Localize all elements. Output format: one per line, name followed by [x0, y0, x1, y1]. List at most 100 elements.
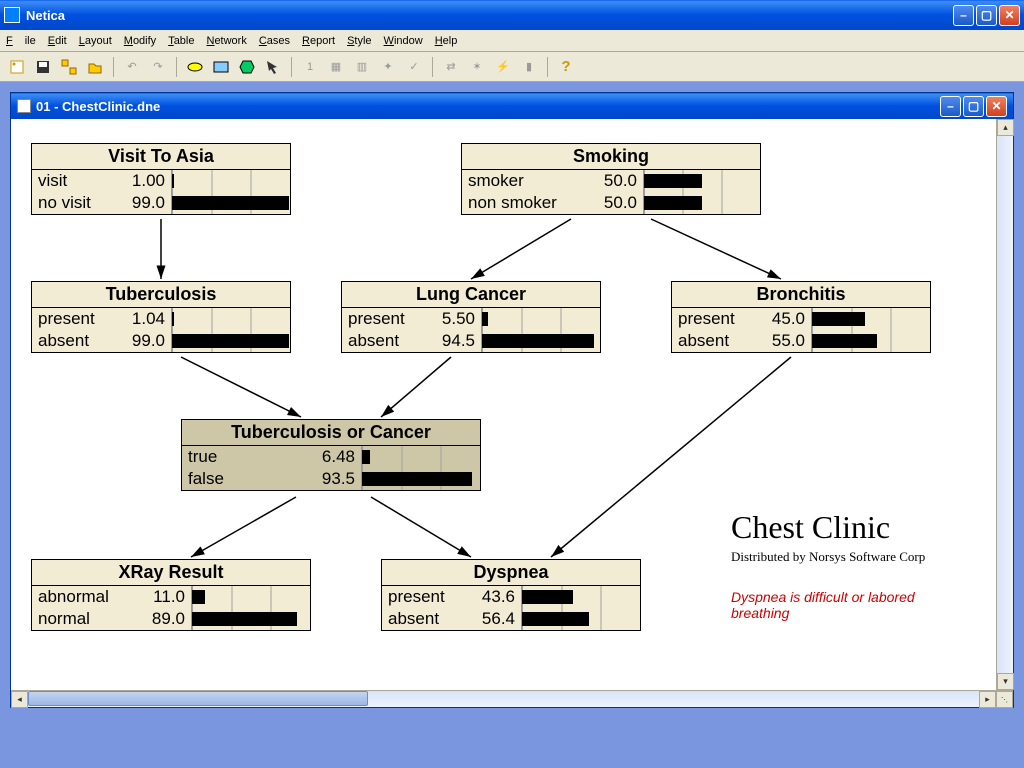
- state-label: present: [388, 586, 445, 608]
- menu-window[interactable]: Window: [384, 35, 423, 47]
- state-value: 1.04: [132, 308, 165, 330]
- node-title: Smoking: [462, 144, 760, 170]
- doc-maximize-button[interactable]: ▢: [963, 96, 984, 117]
- save-button[interactable]: [32, 56, 54, 78]
- app-icon: [4, 7, 20, 23]
- scroll-down-button[interactable]: ▾: [997, 673, 1014, 690]
- lightning-button[interactable]: ⚡: [492, 56, 514, 78]
- undo-button[interactable]: ↶: [121, 56, 143, 78]
- node-bronchitis[interactable]: Bronchitis present 45.0 absent 55.0: [671, 281, 931, 353]
- node-smoking[interactable]: Smoking smoker50.0 non smoker50.0: [461, 143, 761, 215]
- annotation-title: Chest Clinic: [731, 509, 890, 546]
- document-window: 01 - ChestClinic.dne – ▢ ✕: [10, 92, 1014, 708]
- state-value: 94.5: [442, 330, 475, 352]
- menu-table[interactable]: Table: [168, 35, 194, 47]
- state-label: absent: [38, 330, 89, 352]
- state-value: 93.5: [322, 468, 355, 490]
- arrow-tool-button[interactable]: [262, 56, 284, 78]
- menu-cases[interactable]: Cases: [259, 35, 290, 47]
- toolbar-separator: [547, 57, 548, 77]
- one-button[interactable]: 1: [299, 56, 321, 78]
- state-label: smoker: [468, 170, 524, 192]
- swap-button[interactable]: ⇄: [440, 56, 462, 78]
- node-lung-cancer[interactable]: Lung Cancer present5.50 absent94.5: [341, 281, 601, 353]
- state-value: 55.0: [772, 330, 805, 352]
- open-button[interactable]: [84, 56, 106, 78]
- scroll-thumb[interactable]: [28, 691, 368, 706]
- node-xray[interactable]: XRay Result abnormal11.0 normal89.0: [31, 559, 311, 631]
- node-title: Tuberculosis: [32, 282, 290, 308]
- document-title: 01 - ChestClinic.dne: [36, 99, 940, 114]
- state-value: 11.0: [153, 586, 185, 608]
- redo-button[interactable]: ↷: [147, 56, 169, 78]
- scroll-up-button[interactable]: ▴: [997, 119, 1014, 136]
- annotation-red-note: Dyspnea is difficult or labored breathin…: [731, 589, 931, 621]
- state-label: present: [678, 308, 735, 330]
- doc-close-button[interactable]: ✕: [986, 96, 1007, 117]
- node-dyspnea[interactable]: Dyspnea present43.6 absent56.4: [381, 559, 641, 631]
- node-title: Tuberculosis or Cancer: [182, 420, 480, 446]
- state-value: 50.0: [604, 170, 637, 192]
- network-canvas[interactable]: Visit To Asia visit1.00 no visit99.0: [11, 119, 996, 690]
- oval-node-button[interactable]: [184, 56, 206, 78]
- menu-help[interactable]: Help: [435, 35, 458, 47]
- node-title: Lung Cancer: [342, 282, 600, 308]
- node-title: Bronchitis: [672, 282, 930, 308]
- menu-edit[interactable]: Edit: [48, 35, 67, 47]
- state-value: 1.00: [132, 170, 165, 192]
- check-button[interactable]: ✓: [403, 56, 425, 78]
- minimize-button[interactable]: –: [953, 5, 974, 26]
- state-label: false: [188, 468, 224, 490]
- flag-button[interactable]: ▮: [518, 56, 540, 78]
- state-label: present: [348, 308, 405, 330]
- state-value: 45.0: [772, 308, 805, 330]
- mdi-area: 01 - ChestClinic.dne – ▢ ✕: [0, 82, 1024, 768]
- state-value: 6.48: [322, 446, 355, 468]
- state-value: 99.0: [132, 330, 165, 352]
- scroll-track[interactable]: [28, 691, 979, 707]
- menu-style[interactable]: Style: [347, 35, 371, 47]
- document-window-controls: – ▢ ✕: [940, 96, 1007, 117]
- state-label: absent: [348, 330, 399, 352]
- help-button[interactable]: ?: [555, 56, 577, 78]
- app-titlebar: Netica – ▢ ✕: [0, 0, 1024, 30]
- rect-node-button[interactable]: [210, 56, 232, 78]
- toolbar-separator: [291, 57, 292, 77]
- state-label: normal: [38, 608, 90, 630]
- vertical-scrollbar[interactable]: ▴ ▾: [996, 119, 1013, 690]
- nodes-button[interactable]: [58, 56, 80, 78]
- scroll-left-button[interactable]: ◂: [11, 691, 28, 708]
- chart-button[interactable]: ▥: [351, 56, 373, 78]
- star-button[interactable]: ✦: [377, 56, 399, 78]
- state-label: present: [38, 308, 95, 330]
- state-label: visit: [38, 170, 67, 192]
- state-label: abnormal: [38, 586, 109, 608]
- table-button[interactable]: ▦: [325, 56, 347, 78]
- annotation-subtitle: Distributed by Norsys Software Corp: [731, 549, 925, 565]
- menu-layout[interactable]: Layout: [79, 35, 112, 47]
- maximize-button[interactable]: ▢: [976, 5, 997, 26]
- close-button[interactable]: ✕: [999, 5, 1020, 26]
- toolbar-separator: [176, 57, 177, 77]
- node-tuberculosis[interactable]: Tuberculosis present 1.04 absent 99.0: [31, 281, 291, 353]
- hex-node-button[interactable]: [236, 56, 258, 78]
- doc-minimize-button[interactable]: –: [940, 96, 961, 117]
- menu-modify[interactable]: Modify: [124, 35, 156, 47]
- state-label: true: [188, 446, 217, 468]
- scroll-right-button[interactable]: ▸: [979, 691, 996, 708]
- scroll-track[interactable]: [997, 136, 1013, 673]
- document-titlebar: 01 - ChestClinic.dne – ▢ ✕: [11, 93, 1013, 119]
- state-label: absent: [678, 330, 729, 352]
- menu-file[interactable]: File: [6, 35, 36, 47]
- toolbar-separator: [113, 57, 114, 77]
- document-icon: [17, 99, 31, 113]
- star2-button[interactable]: ✶: [466, 56, 488, 78]
- node-visit-asia[interactable]: Visit To Asia visit1.00 no visit99.0: [31, 143, 291, 215]
- menu-report[interactable]: Report: [302, 35, 335, 47]
- menu-network[interactable]: Network: [206, 35, 246, 47]
- menubar: File Edit Layout Modify Table Network Ca…: [0, 30, 1024, 52]
- horizontal-scrollbar[interactable]: ◂ ▸ ⋱: [11, 690, 1013, 707]
- new-net-button[interactable]: [6, 56, 28, 78]
- node-tb-or-cancer[interactable]: Tuberculosis or Cancer true 6.48 false 93.…: [181, 419, 481, 491]
- window-controls: – ▢ ✕: [953, 5, 1020, 26]
